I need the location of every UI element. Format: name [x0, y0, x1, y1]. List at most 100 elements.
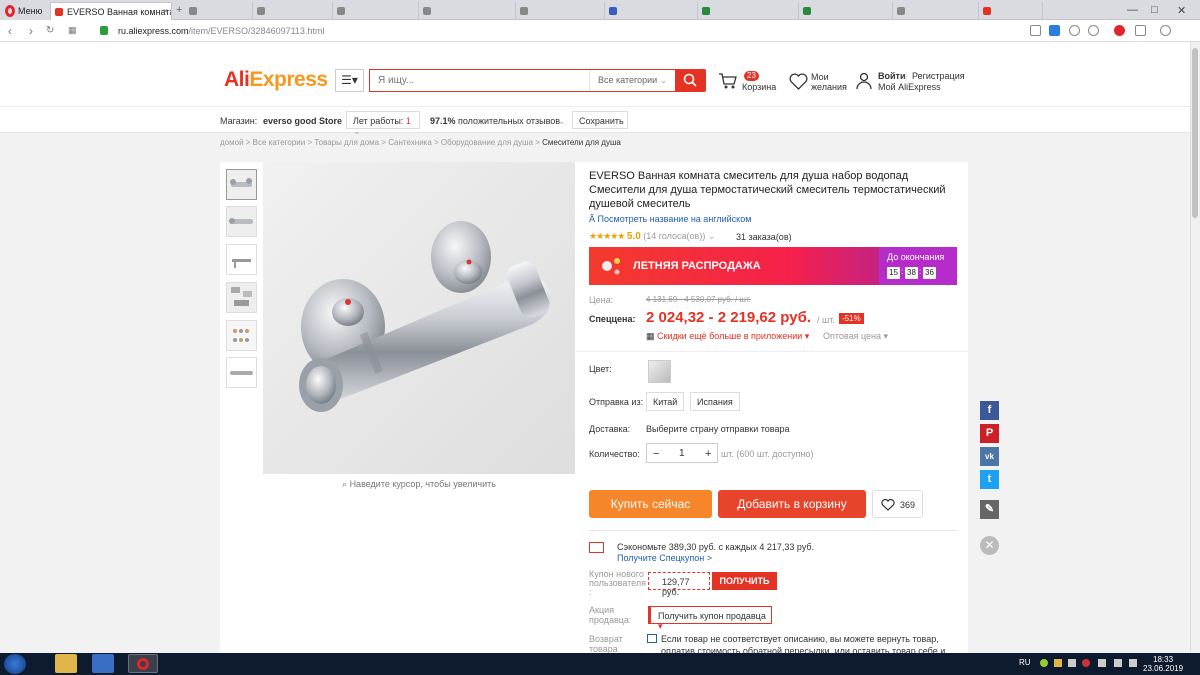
tab[interactable]	[333, 2, 419, 20]
color-option[interactable]	[648, 360, 671, 383]
tray-icon[interactable]	[1040, 659, 1048, 667]
wishlist-link-line2[interactable]: желания	[811, 82, 847, 92]
quantity-increase-button[interactable]: +	[705, 448, 711, 460]
quantity-input[interactable]: 1	[679, 448, 685, 459]
buy-now-button[interactable]: Купить сейчас	[589, 490, 712, 518]
get-coupon-button[interactable]: ПОЛУЧИТЬ	[712, 572, 777, 590]
start-button[interactable]	[4, 654, 26, 674]
camera-icon[interactable]	[1030, 25, 1041, 36]
speed-dial-icon[interactable]: ▦	[68, 25, 77, 36]
reload-icon[interactable]: ↻	[46, 25, 54, 36]
tray-icon[interactable]	[1098, 659, 1106, 667]
user-icon[interactable]	[856, 72, 872, 93]
add-to-cart-button[interactable]: Добавить в корзину	[718, 490, 866, 518]
explorer-taskbar-icon[interactable]	[55, 654, 77, 673]
tab[interactable]	[516, 2, 605, 20]
special-coupon-link[interactable]: Получите Спецкупон >	[617, 553, 712, 563]
divider	[589, 530, 957, 531]
translate-link[interactable]: A͂ Посмотреть название на английском	[589, 214, 751, 224]
facebook-share-icon[interactable]: f	[980, 401, 999, 420]
cart-link[interactable]: Корзина	[742, 82, 776, 92]
tab[interactable]	[799, 2, 893, 20]
breadcrumb-item[interactable]: Товары для дома	[314, 138, 379, 147]
new-tab-icon[interactable]: +	[176, 4, 182, 16]
store-years-dropdown[interactable]: Лет работы: 1 ⌄	[346, 111, 420, 136]
url-field[interactable]: ru.aliexpress.com/item/EVERSO/3284609711…	[118, 26, 324, 36]
categories-menu-button[interactable]: ☰▾	[335, 69, 364, 92]
tab[interactable]	[419, 2, 516, 20]
breadcrumb-item[interactable]: домой	[220, 138, 244, 147]
send-icon[interactable]	[1069, 25, 1080, 36]
adblock-icon[interactable]	[1114, 25, 1125, 36]
heart-icon[interactable]	[1088, 25, 1099, 36]
aliexpress-logo[interactable]: AliExpress	[224, 68, 328, 92]
tray-icon[interactable]	[1054, 659, 1062, 667]
pinterest-share-icon[interactable]: P	[980, 424, 999, 443]
chevron-down-icon[interactable]: ⌄	[558, 116, 566, 127]
tab[interactable]	[893, 2, 979, 20]
tab[interactable]	[979, 2, 1043, 20]
breadcrumb: домой > Все категории > Товары для дома …	[220, 138, 621, 147]
tab[interactable]	[253, 2, 333, 20]
register-link[interactable]: Регистрация	[912, 71, 965, 81]
opera-taskbar-icon[interactable]	[128, 654, 158, 673]
tab-active[interactable]: EVERSO Ванная комната с ×	[50, 2, 172, 20]
close-icon[interactable]: ✕	[980, 536, 999, 555]
seller-coupon-dropdown[interactable]: Получить купон продавца ▾	[648, 606, 772, 631]
thumbnail[interactable]	[226, 206, 257, 237]
app-deal-dropdown[interactable]: ▦ Скидки ещё больше в приложении ▾	[646, 331, 809, 342]
edit-icon[interactable]: ✎	[980, 500, 999, 519]
thumbnail[interactable]	[226, 169, 257, 200]
login-link[interactable]: Войти	[878, 71, 905, 81]
close-tab-icon[interactable]: ×	[163, 6, 168, 16]
save-store-button[interactable]: Сохранить	[572, 111, 628, 129]
language-indicator[interactable]: RU	[1019, 658, 1031, 667]
download-icon[interactable]	[1135, 25, 1146, 36]
opera-menu-button[interactable]: Меню	[0, 2, 52, 20]
quantity-decrease-button[interactable]: −	[653, 448, 659, 460]
rating[interactable]: ★★★★★ 5.0 (14 голоса(ов)) ⌄	[589, 231, 715, 242]
thumbnail[interactable]	[226, 357, 257, 388]
tray-icon[interactable]	[1082, 659, 1090, 667]
twitter-share-icon[interactable]: t	[980, 470, 999, 489]
search-box: Все категории ⌄	[369, 69, 675, 92]
thumbnail[interactable]	[226, 320, 257, 351]
wishlist-button[interactable]: 369	[872, 490, 923, 518]
minimize-icon[interactable]: —	[1127, 4, 1138, 16]
wishlist-heart-icon[interactable]	[789, 73, 808, 93]
thumbnail[interactable]	[226, 282, 257, 313]
seller-promo-label: Акция продавца:	[589, 605, 631, 625]
wholesale-dropdown[interactable]: Оптовая цена ▾	[823, 331, 888, 342]
cart-icon[interactable]	[718, 72, 738, 93]
search-button[interactable]	[675, 69, 706, 92]
breadcrumb-item[interactable]: Все категории	[253, 138, 306, 147]
tray-icon[interactable]	[1129, 659, 1137, 667]
maximize-icon[interactable]: □	[1151, 4, 1158, 16]
my-aliexpress-link[interactable]: Мой AliExpress	[878, 82, 941, 92]
profile-icon[interactable]	[1160, 25, 1171, 36]
clock[interactable]: 18:33 23.06.2019	[1143, 655, 1183, 673]
store-name-link[interactable]: everso good Store	[263, 116, 342, 126]
forward-icon[interactable]: ›	[29, 24, 33, 38]
tab[interactable]	[185, 2, 253, 20]
breadcrumb-item[interactable]: Оборудование для душа	[441, 138, 533, 147]
media-player-taskbar-icon[interactable]	[92, 654, 114, 673]
tab[interactable]	[605, 2, 698, 20]
extension-icon[interactable]	[1049, 25, 1060, 36]
scrollbar-thumb[interactable]	[1192, 48, 1198, 218]
close-window-icon[interactable]: ✕	[1177, 4, 1186, 17]
wishlist-link-line1[interactable]: Мои	[811, 72, 829, 82]
tab[interactable]	[698, 2, 799, 20]
volume-icon[interactable]	[1068, 659, 1076, 667]
back-icon[interactable]: ‹	[8, 24, 12, 38]
ship-from-option-china[interactable]: Китай	[646, 392, 685, 411]
thumbnail[interactable]	[226, 244, 257, 275]
vk-share-icon[interactable]: vk	[980, 447, 999, 466]
ship-from-option-spain[interactable]: Испания	[690, 392, 740, 411]
search-input[interactable]	[378, 75, 578, 86]
product-image[interactable]	[263, 162, 575, 474]
network-icon[interactable]	[1114, 659, 1122, 667]
breadcrumb-item[interactable]: Сантехника	[388, 138, 432, 147]
countdown-seconds: 36	[923, 267, 936, 279]
category-select[interactable]: Все категории ⌄	[589, 70, 676, 91]
